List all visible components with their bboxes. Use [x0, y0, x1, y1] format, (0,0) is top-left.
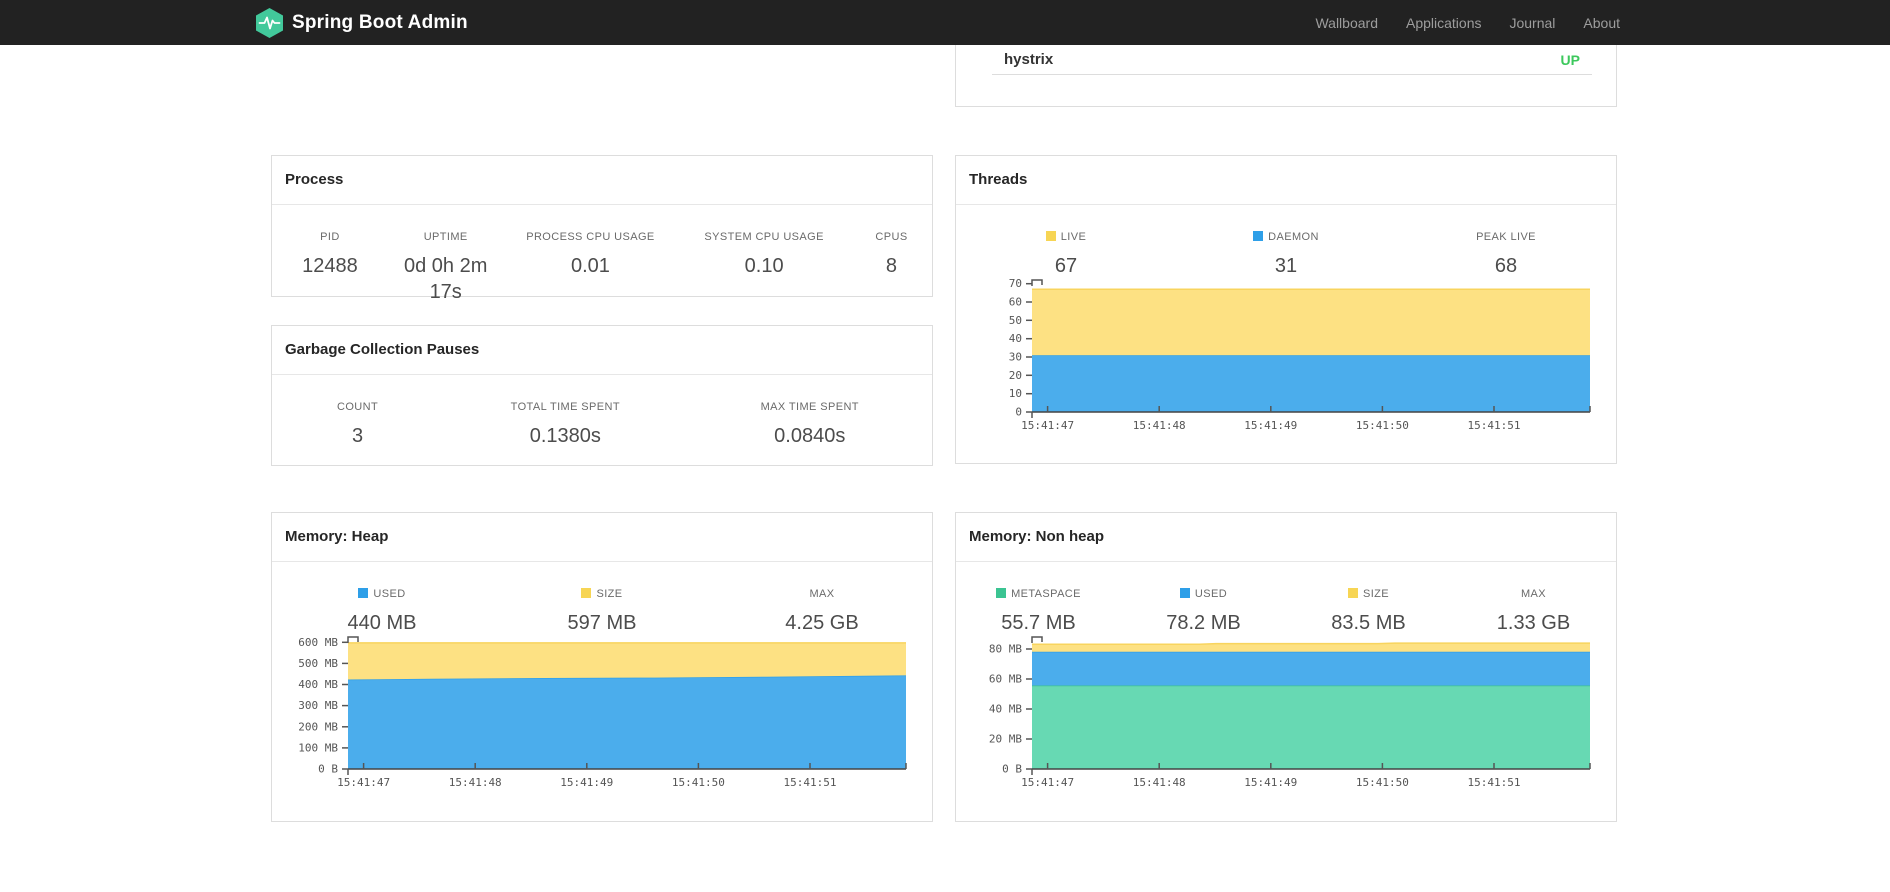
svg-text:15:41:50: 15:41:50 [1356, 419, 1409, 432]
memory-nonheap-panel: Memory: Non heap METASPACE 55.7 MB USED … [955, 512, 1617, 822]
memory-heap-panel-title: Memory: Heap [272, 513, 932, 562]
svg-text:100 MB: 100 MB [298, 741, 338, 754]
size-legend-swatch-icon [581, 588, 592, 598]
memory-nonheap-panel-title: Memory: Non heap [956, 513, 1616, 562]
application-row: hystrix UP [992, 45, 1592, 75]
svg-text:15:41:50: 15:41:50 [672, 776, 725, 789]
metric-uptime: UPTIME 0d 0h 2m 17s [404, 231, 488, 303]
svg-text:15:41:51: 15:41:51 [784, 776, 837, 789]
svg-text:70: 70 [1009, 277, 1022, 290]
metric-process-cpu-usage: PROCESS CPU USAGE 0.01 [526, 231, 655, 277]
size-legend-swatch-icon [1347, 588, 1358, 598]
application-name[interactable]: hystrix [1004, 51, 1053, 68]
svg-text:500 MB: 500 MB [298, 657, 338, 670]
used-legend-swatch-icon [1179, 588, 1190, 598]
metric-gc-total-time: TOTAL TIME SPENT 0.1380s [510, 401, 620, 447]
svg-text:0 B: 0 B [1002, 763, 1022, 776]
svg-text:0: 0 [1015, 406, 1022, 419]
metric-pid: PID 12488 [302, 231, 358, 277]
daemon-legend-swatch-icon [1253, 231, 1264, 241]
nav-item-journal[interactable]: Journal [1495, 0, 1569, 45]
metric-gc-max-time: MAX TIME SPENT 0.0840s [760, 401, 859, 447]
svg-text:15:41:48: 15:41:48 [1133, 419, 1186, 432]
threads-legend: LIVE 67 DAEMON 31 PEAK LIVE 68 [956, 205, 1616, 279]
spring-boot-admin-logo-icon [256, 7, 283, 38]
svg-text:15:41:49: 15:41:49 [560, 776, 613, 789]
svg-text:60: 60 [1009, 296, 1022, 309]
process-panel: Process PID 12488 UPTIME 0d 0h 2m 17s PR… [271, 155, 933, 303]
svg-text:60 MB: 60 MB [989, 673, 1022, 686]
svg-text:0 B: 0 B [318, 763, 338, 776]
live-legend-swatch-icon [1045, 231, 1056, 241]
metaspace-legend-swatch-icon [996, 588, 1007, 598]
svg-text:50: 50 [1009, 314, 1022, 327]
nav-item-applications[interactable]: Applications [1392, 0, 1496, 45]
svg-text:15:41:47: 15:41:47 [1021, 776, 1074, 789]
svg-text:15:41:51: 15:41:51 [1468, 776, 1521, 789]
svg-text:200 MB: 200 MB [298, 720, 338, 733]
threads-panel-title: Threads [956, 156, 1616, 205]
svg-text:15:41:48: 15:41:48 [1133, 776, 1186, 789]
status-badge: UP [1560, 51, 1580, 68]
metric-cpus: CPUS 8 [875, 231, 908, 277]
gc-panel: Garbage Collection Pauses COUNT 3 TOTAL … [271, 325, 933, 466]
svg-text:600 MB: 600 MB [298, 636, 338, 649]
svg-text:400 MB: 400 MB [298, 678, 338, 691]
brand-link[interactable]: Spring Boot Admin [256, 0, 468, 45]
nav-item-about[interactable]: About [1569, 0, 1634, 45]
memory-heap-panel: Memory: Heap USED 440 MB SIZE 597 MB MAX… [271, 512, 933, 822]
svg-text:15:41:49: 15:41:49 [1244, 419, 1297, 432]
navbar: Spring Boot Admin Wallboard Applications… [0, 0, 1890, 45]
svg-text:15:41:48: 15:41:48 [449, 776, 502, 789]
gc-metrics: COUNT 3 TOTAL TIME SPENT 0.1380s MAX TIM… [272, 375, 932, 449]
nav-links: Wallboard Applications Journal About [1301, 0, 1634, 45]
memory-nonheap-chart: 0 B 20 MB 40 MB 60 MB 80 MB 15:41:47 15:41:48 1… [989, 636, 1591, 789]
heap-legend: USED 440 MB SIZE 597 MB MAX 4.25 GB [272, 562, 932, 636]
process-metrics: PID 12488 UPTIME 0d 0h 2m 17s PROCESS CP… [272, 205, 932, 305]
metric-system-cpu-usage: SYSTEM CPU USAGE 0.10 [704, 231, 824, 277]
gc-panel-title: Garbage Collection Pauses [272, 326, 932, 375]
nav-item-wallboard[interactable]: Wallboard [1301, 0, 1392, 45]
brand-title: Spring Boot Admin [292, 11, 468, 33]
nonheap-legend: METASPACE 55.7 MB USED 78.2 MB SIZE 83.5… [956, 562, 1616, 636]
applications-panel: hystrix UP [955, 45, 1617, 107]
svg-text:40 MB: 40 MB [989, 703, 1022, 716]
threads-chart: 0 10 20 30 40 50 60 70 15:41:47 15:41:48 15:41:49 1… [1009, 277, 1591, 432]
used-legend-swatch-icon [358, 588, 369, 598]
svg-text:15:41:51: 15:41:51 [1468, 419, 1521, 432]
svg-text:10: 10 [1009, 387, 1022, 400]
process-panel-title: Process [272, 156, 932, 205]
svg-text:40: 40 [1009, 332, 1022, 345]
svg-text:30: 30 [1009, 351, 1022, 364]
svg-text:15:41:49: 15:41:49 [1244, 776, 1297, 789]
threads-panel: Threads LIVE 67 DAEMON 31 PEAK LIVE 68 0… [955, 155, 1617, 464]
svg-text:300 MB: 300 MB [298, 699, 338, 712]
svg-text:15:41:47: 15:41:47 [1021, 419, 1074, 432]
svg-text:15:41:50: 15:41:50 [1356, 776, 1409, 789]
svg-text:20: 20 [1009, 369, 1022, 382]
memory-heap-chart: 0 B 100 MB 200 MB 300 MB 400 MB 500 MB 600 MB 1… [298, 636, 907, 789]
metric-gc-count: COUNT 3 [337, 401, 379, 447]
svg-text:80 MB: 80 MB [989, 643, 1022, 656]
svg-text:20 MB: 20 MB [989, 733, 1022, 746]
svg-text:15:41:47: 15:41:47 [337, 776, 390, 789]
